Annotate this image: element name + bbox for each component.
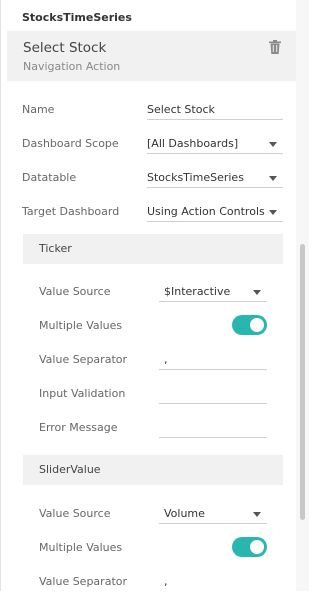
ticker-value-source-select[interactable]: $Interactive xyxy=(159,282,267,302)
action-settings-panel: StocksTimeSeries Select Stock Navigation… xyxy=(0,0,297,592)
datatable-value: StocksTimeSeries xyxy=(147,171,244,184)
ticker-error-message-input[interactable] xyxy=(159,418,267,438)
ticker-value-separator-value: , xyxy=(164,353,168,366)
ticker-value-separator-label: Value Separator xyxy=(39,353,128,366)
toggle-knob xyxy=(250,540,264,554)
ticker-input-validation-input[interactable] xyxy=(159,384,267,404)
section-ticker-title: Ticker xyxy=(39,242,72,255)
target-dashboard-select[interactable]: Using Action Controls xyxy=(147,202,283,222)
trash-icon[interactable] xyxy=(269,40,281,54)
ticker-value-source-value: $Interactive xyxy=(164,285,231,298)
slider-multiple-values-toggle[interactable] xyxy=(232,537,267,557)
slider-value-separator-value: , xyxy=(164,575,168,588)
chevron-down-icon xyxy=(269,176,277,181)
ticker-multiple-values-toggle[interactable] xyxy=(232,315,267,335)
dashboard-scope-value: [All Dashboards] xyxy=(147,137,239,150)
name-label: Name xyxy=(22,103,55,116)
ticker-value-source-label: Value Source xyxy=(39,285,111,298)
ticker-error-message-label: Error Message xyxy=(39,421,118,434)
slider-value-separator-label: Value Separator xyxy=(39,575,128,588)
slider-value-source-value: Volume xyxy=(164,507,205,520)
chevron-down-icon xyxy=(269,210,277,215)
chevron-down-icon xyxy=(253,512,261,517)
ticker-value-separator-input[interactable]: , xyxy=(159,350,267,370)
section-slidervalue-title: SliderValue xyxy=(39,463,101,476)
slider-multiple-values-label: Multiple Values xyxy=(39,541,123,554)
section-slidervalue: SliderValue xyxy=(23,455,283,485)
toggle-knob xyxy=(250,318,264,332)
action-subtitle: Navigation Action xyxy=(23,60,121,73)
target-dashboard-value: Using Action Controls xyxy=(147,205,265,218)
datatable-label: Datatable xyxy=(22,171,77,184)
scrollbar-thumb[interactable] xyxy=(300,244,305,520)
target-dashboard-label: Target Dashboard xyxy=(22,205,120,218)
dashboard-scope-label: Dashboard Scope xyxy=(22,137,119,150)
slider-value-separator-input[interactable]: , xyxy=(159,572,267,592)
slider-value-source-label: Value Source xyxy=(39,507,111,520)
action-title: Select Stock xyxy=(23,40,107,56)
slider-value-source-select[interactable]: Volume xyxy=(159,504,267,524)
name-input[interactable]: Select Stock xyxy=(147,100,283,120)
dashboard-scope-select[interactable]: [All Dashboards] xyxy=(147,134,283,154)
ticker-input-validation-label: Input Validation xyxy=(39,387,126,400)
panel-header: StocksTimeSeries xyxy=(22,11,132,24)
chevron-down-icon xyxy=(253,290,261,295)
chevron-down-icon xyxy=(269,142,277,147)
ticker-multiple-values-label: Multiple Values xyxy=(39,319,123,332)
section-ticker: Ticker xyxy=(23,234,283,264)
datatable-select[interactable]: StocksTimeSeries xyxy=(147,168,283,188)
name-value: Select Stock xyxy=(147,103,215,116)
action-card[interactable]: Select Stock Navigation Action xyxy=(7,31,297,81)
